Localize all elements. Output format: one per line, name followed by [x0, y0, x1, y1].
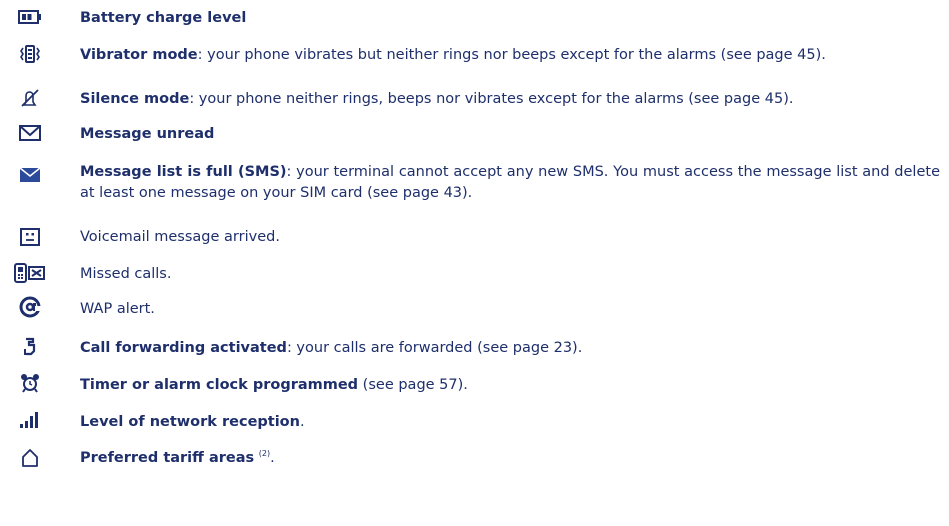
entry-text: Voicemail message arrived. — [80, 227, 940, 248]
call-forward-icon — [16, 335, 44, 359]
entry-description: (see page 57). — [358, 377, 468, 393]
entry-description: Missed calls. — [80, 266, 172, 282]
entry-text: Preferred tariff areas (2). — [80, 448, 940, 469]
entry-title: Timer or alarm clock programmed — [80, 377, 359, 393]
entry-title: Message unread — [80, 126, 215, 142]
entry-text: Silence mode: your phone neither rings, … — [80, 89, 940, 110]
entry-title: Battery charge level — [80, 10, 247, 26]
entry-title: Silence mode — [80, 91, 190, 107]
envelope-filled-icon — [16, 163, 44, 187]
entry-title: Level of network reception — [80, 414, 300, 430]
envelope-outline-icon — [16, 121, 44, 145]
at-sign-icon — [16, 295, 44, 319]
entry-text: Vibrator mode: your phone vibrates but n… — [80, 45, 940, 66]
missed-call-icon — [14, 261, 46, 285]
entry-text: Message unread — [80, 124, 940, 145]
voicemail-icon — [16, 225, 44, 249]
entry-description: . — [270, 450, 275, 466]
entry-text: Message list is full (SMS): your termina… — [80, 162, 940, 204]
entry-title: Call forwarding activated — [80, 340, 287, 356]
entry-description: WAP alert. — [80, 301, 155, 317]
entry-title: Vibrator mode — [80, 47, 198, 63]
entry-title: Message list is full (SMS) — [80, 164, 287, 180]
silence-icon — [16, 86, 44, 110]
home-icon — [16, 446, 44, 470]
entry-text: Level of network reception. — [80, 412, 940, 433]
battery-icon — [16, 5, 44, 29]
entry-text: WAP alert. — [80, 299, 940, 320]
alarm-clock-icon — [16, 371, 44, 395]
entry-description: : your phone neither rings, beeps nor vi… — [189, 91, 794, 107]
entry-description: : your phone vibrates but neither rings … — [197, 47, 826, 63]
entry-text: Call forwarding activated: your calls ar… — [80, 338, 940, 359]
entry-description: . — [299, 414, 305, 430]
entry-description: : your calls are forwarded (see page 23)… — [286, 340, 583, 356]
footnote-marker: (2) — [258, 449, 271, 459]
entry-text: Battery charge level — [80, 8, 940, 29]
vibrate-icon — [16, 42, 44, 66]
entry-title: Preferred tariff areas — [80, 450, 255, 466]
signal-icon — [16, 408, 44, 432]
entry-text: Timer or alarm clock programmed (see pag… — [80, 375, 940, 396]
entry-description: Voicemail message arrived. — [80, 229, 280, 245]
entry-text: Missed calls. — [80, 264, 940, 285]
